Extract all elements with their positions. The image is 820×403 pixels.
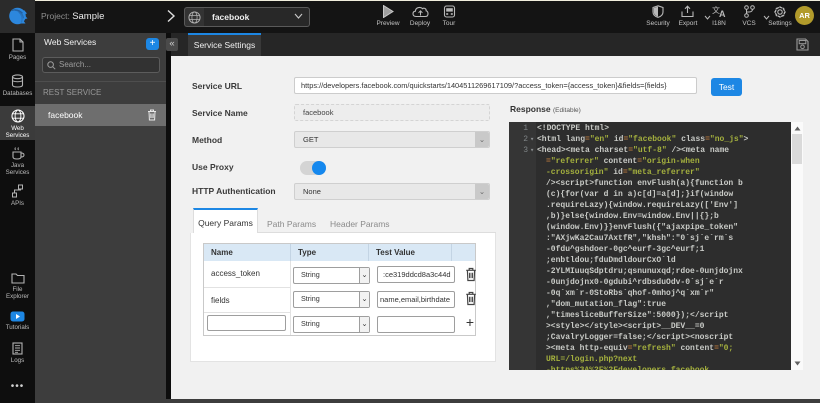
svg-text:A: A — [719, 9, 726, 18]
